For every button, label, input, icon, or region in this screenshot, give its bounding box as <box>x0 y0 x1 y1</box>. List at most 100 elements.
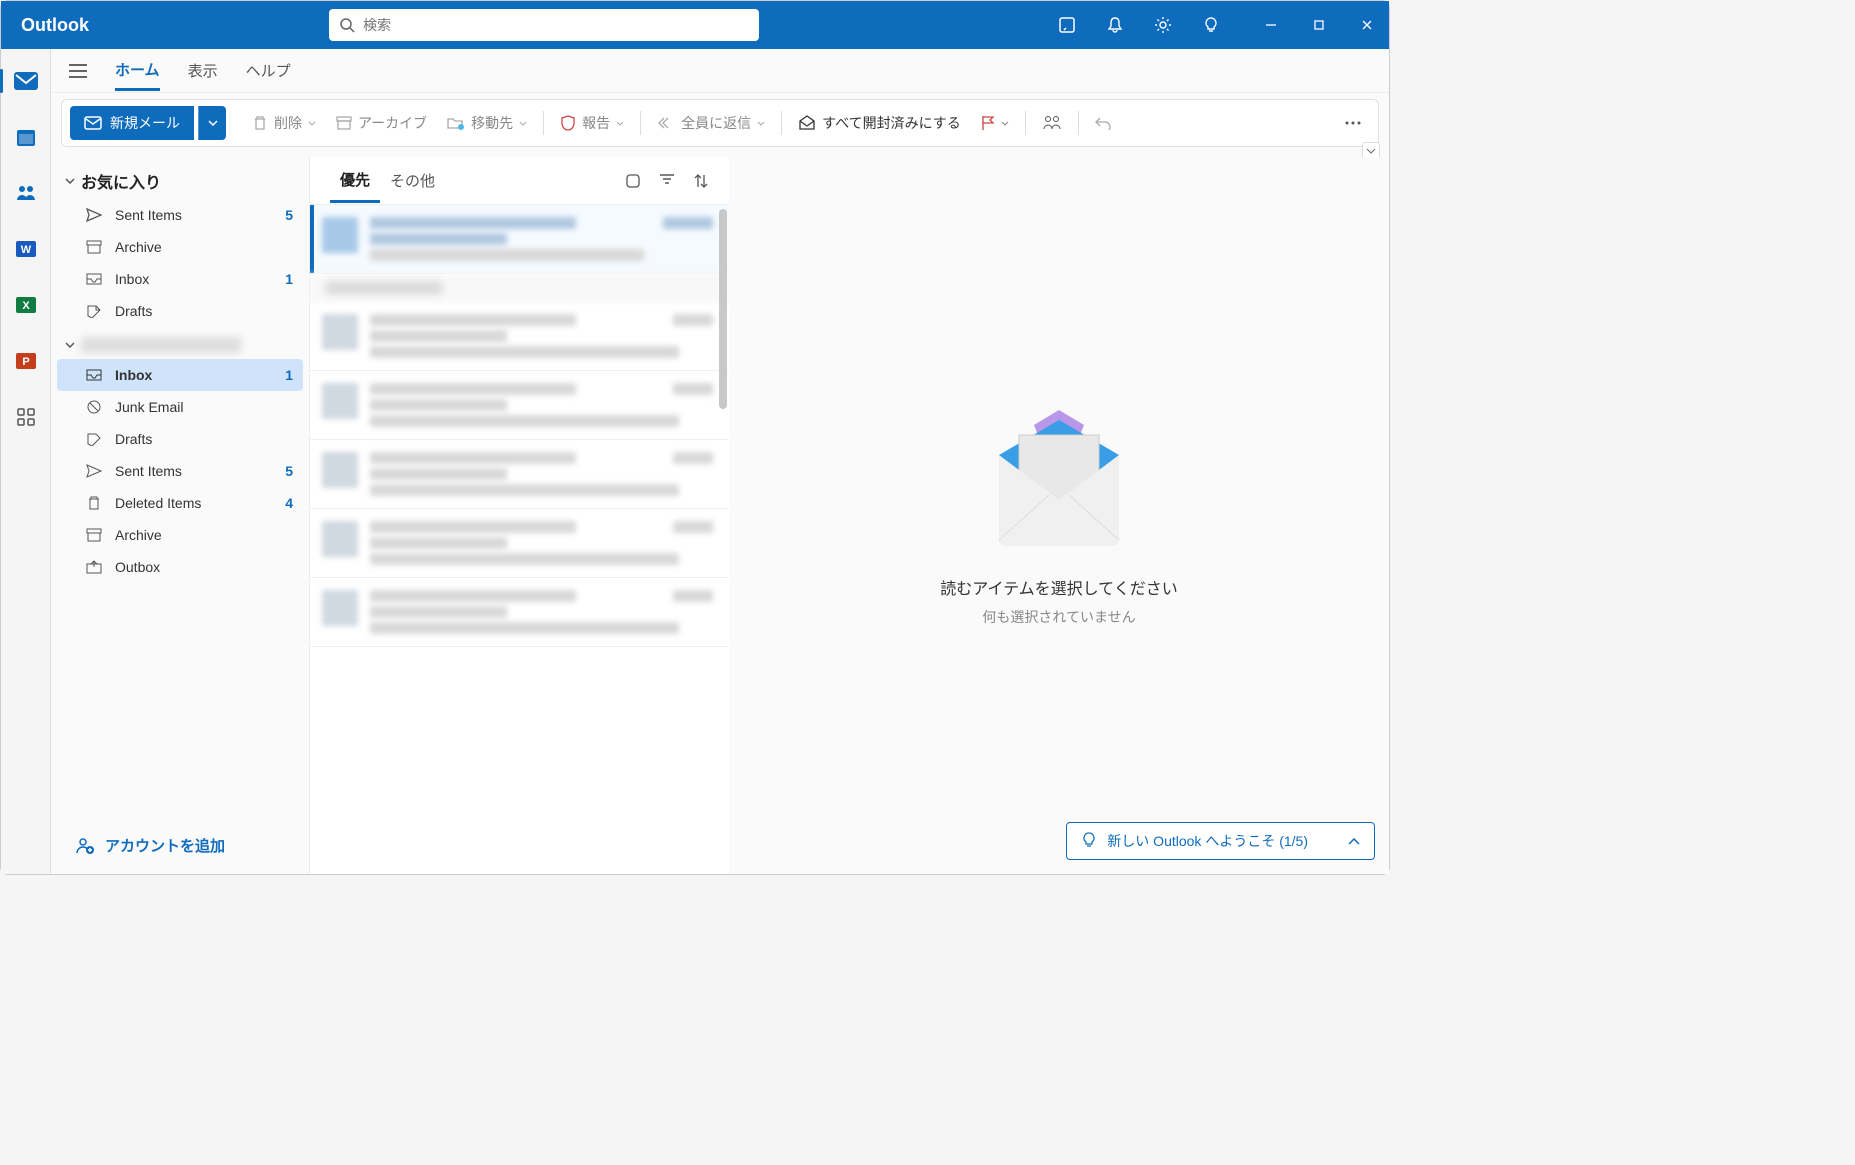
undo-button[interactable] <box>1087 110 1119 136</box>
account-header[interactable] <box>57 327 303 359</box>
rail-people-icon[interactable] <box>12 179 40 207</box>
rail-excel-icon[interactable]: X <box>12 291 40 319</box>
send-icon <box>86 208 102 222</box>
lightbulb-icon <box>1081 832 1097 850</box>
message-row[interactable] <box>310 302 729 371</box>
flag-icon <box>981 115 995 131</box>
folder-move-icon <box>447 116 465 130</box>
folder-archive[interactable]: Archive <box>57 231 303 263</box>
minimize-button[interactable] <box>1261 15 1281 35</box>
folder-outbox[interactable]: Outbox <box>57 551 303 583</box>
folder-sent-items[interactable]: Sent Items5 <box>57 199 303 231</box>
more-button[interactable] <box>1336 114 1370 132</box>
send-icon <box>86 464 102 478</box>
avatar-redacted <box>322 314 358 350</box>
chevron-up-icon <box>1348 838 1360 845</box>
trash-icon <box>252 115 268 131</box>
ribbon: 新規メール 削除 アーカイブ 移動先 報告 <box>61 99 1379 147</box>
svg-text:X: X <box>22 300 30 312</box>
favorites-header[interactable]: お気に入り <box>57 163 303 199</box>
person-add-icon <box>75 837 95 855</box>
rail-calendar-icon[interactable] <box>12 123 40 151</box>
tab-view[interactable]: 表示 <box>188 52 218 89</box>
message-row[interactable] <box>310 440 729 509</box>
new-mail-label: 新規メール <box>110 113 180 133</box>
reply-all-icon <box>657 116 675 130</box>
search-input[interactable] <box>363 17 749 33</box>
avatar-redacted <box>322 452 358 488</box>
folder-junk[interactable]: Junk Email <box>57 391 303 423</box>
avatar-redacted <box>322 383 358 419</box>
mark-all-read-button[interactable]: すべて開封済みにする <box>790 107 969 139</box>
close-button[interactable] <box>1357 15 1377 35</box>
avatar-redacted <box>322 217 358 253</box>
message-list: 優先 その他 <box>309 157 729 874</box>
tab-other[interactable]: その他 <box>380 160 445 201</box>
reading-pane: 読むアイテムを選択してください 何も選択されていません 新しい Outlook … <box>729 157 1389 874</box>
flag-button[interactable] <box>973 109 1017 137</box>
notes-icon[interactable] <box>1057 15 1077 35</box>
filter-icon[interactable] <box>659 173 675 189</box>
search-box[interactable] <box>329 9 759 41</box>
empty-state-subtitle: 何も選択されていません <box>982 607 1135 627</box>
rail-word-icon[interactable]: W <box>12 235 40 263</box>
folder-inbox[interactable]: Inbox1 <box>57 263 303 295</box>
rail-apps-icon[interactable] <box>12 403 40 431</box>
message-row[interactable] <box>310 205 729 274</box>
app-title: Outlook <box>21 15 89 36</box>
rail-mail-icon[interactable] <box>12 67 40 95</box>
chevron-down-icon <box>65 342 75 348</box>
welcome-banner[interactable]: 新しい Outlook へようこそ (1/5) <box>1066 822 1375 860</box>
reply-all-button[interactable]: 全員に返信 <box>649 107 773 139</box>
mail-icon <box>84 116 102 130</box>
mail-open-icon <box>798 115 816 131</box>
folder-pane: お気に入り Sent Items5 Archive Inbox1 Drafts … <box>51 157 309 874</box>
message-row[interactable] <box>310 578 729 647</box>
ellipsis-icon <box>1344 120 1362 126</box>
new-mail-button[interactable]: 新規メール <box>70 106 194 140</box>
inbox-icon <box>86 369 102 381</box>
tab-home[interactable]: ホーム <box>115 51 160 91</box>
chevron-down-icon <box>65 178 75 184</box>
tab-focused[interactable]: 優先 <box>330 159 380 203</box>
sort-icon[interactable] <box>693 173 709 189</box>
shield-icon <box>560 115 576 131</box>
new-mail-dropdown[interactable] <box>198 106 226 140</box>
folder-archive-account[interactable]: Archive <box>57 519 303 551</box>
hamburger-icon[interactable] <box>69 64 87 78</box>
trash-icon <box>87 495 101 511</box>
folder-inbox-account[interactable]: Inbox1 <box>57 359 303 391</box>
bell-icon[interactable] <box>1105 15 1125 35</box>
message-list-tabs: 優先 その他 <box>310 157 729 205</box>
avatar-redacted <box>322 590 358 626</box>
people-icon <box>1042 115 1062 131</box>
message-row[interactable] <box>310 371 729 440</box>
move-button[interactable]: 移動先 <box>439 107 535 139</box>
tab-help[interactable]: ヘルプ <box>246 52 291 89</box>
draft-icon <box>86 432 102 446</box>
svg-text:P: P <box>22 356 29 368</box>
lightbulb-icon[interactable] <box>1201 15 1221 35</box>
folder-deleted[interactable]: Deleted Items4 <box>57 487 303 519</box>
maximize-button[interactable] <box>1309 15 1329 35</box>
report-button[interactable]: 報告 <box>552 107 632 139</box>
archive-icon <box>86 528 102 542</box>
rail-powerpoint-icon[interactable]: P <box>12 347 40 375</box>
add-account-button[interactable]: アカウントを追加 <box>57 821 303 874</box>
empty-state-illustration <box>974 405 1144 555</box>
message-rows[interactable] <box>310 205 729 874</box>
delete-button[interactable]: 削除 <box>244 107 324 139</box>
folder-drafts-account[interactable]: Drafts <box>57 423 303 455</box>
account-name-redacted <box>81 337 241 353</box>
titlebar: Outlook <box>1 1 1389 49</box>
folder-drafts[interactable]: Drafts <box>57 295 303 327</box>
app-rail: W X P <box>1 49 51 874</box>
folder-sent-account[interactable]: Sent Items5 <box>57 455 303 487</box>
select-mode-icon[interactable] <box>625 173 641 189</box>
message-row[interactable] <box>310 509 729 578</box>
archive-button[interactable]: アーカイブ <box>328 107 435 139</box>
scrollbar[interactable] <box>719 209 727 409</box>
teams-button[interactable] <box>1034 109 1070 137</box>
undo-icon <box>1095 116 1111 130</box>
gear-icon[interactable] <box>1153 15 1173 35</box>
